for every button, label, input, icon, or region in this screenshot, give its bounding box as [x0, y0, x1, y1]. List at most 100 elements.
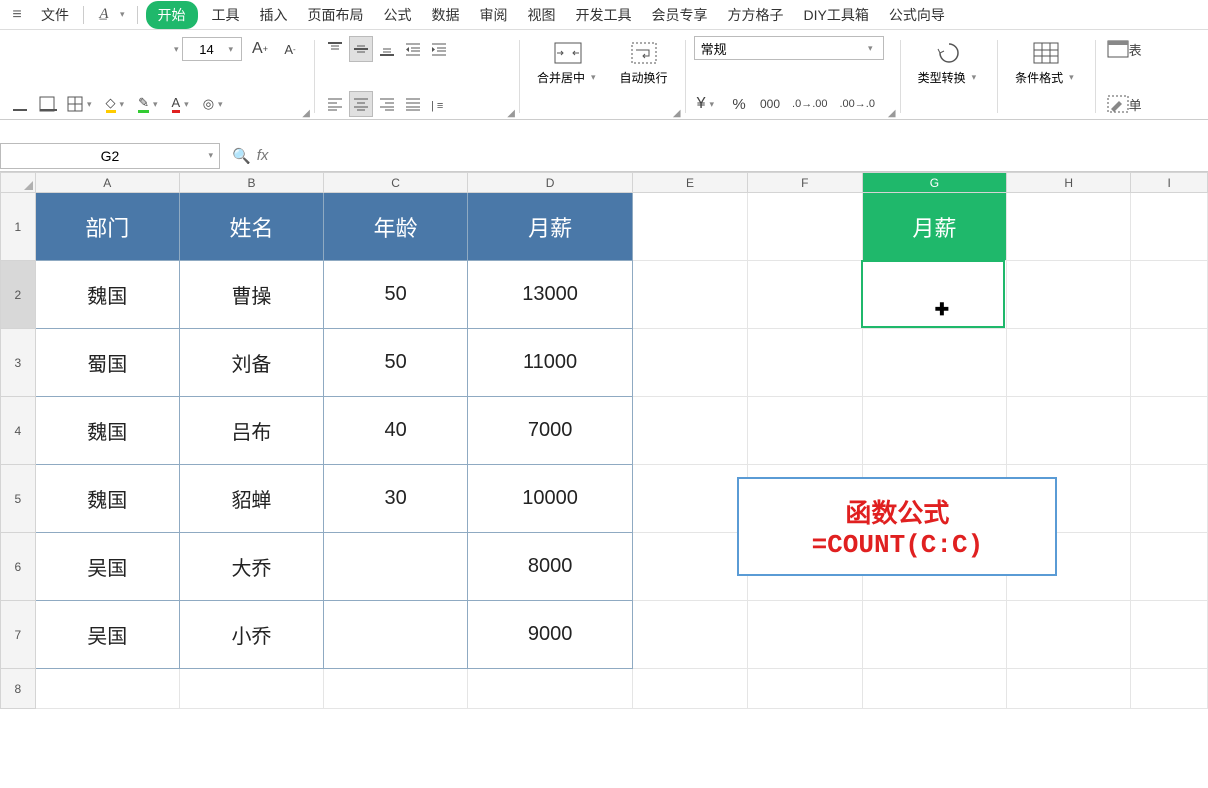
chevron-down-icon[interactable]: ▾: [224, 44, 237, 55]
increase-decimal-icon[interactable]: .0→.00: [789, 91, 830, 117]
increase-indent-icon[interactable]: [427, 36, 451, 62]
column-header-C[interactable]: C: [324, 173, 468, 193]
tab-formula-wizard[interactable]: 公式向导: [879, 1, 955, 29]
column-header-B[interactable]: B: [179, 173, 323, 193]
cell-style-icon[interactable]: 单: [1104, 91, 1145, 117]
cell[interactable]: [1131, 465, 1208, 533]
cell[interactable]: [1131, 669, 1208, 709]
row-header[interactable]: 6: [1, 533, 36, 601]
cell[interactable]: [1006, 669, 1130, 709]
cell[interactable]: [324, 669, 468, 709]
text-rotate-icon[interactable]: | ≡: [427, 91, 451, 117]
row-header[interactable]: 5: [1, 465, 36, 533]
cell[interactable]: [862, 329, 1006, 397]
tab-diy-toolbox[interactable]: DIY工具箱: [794, 1, 879, 29]
border-all-icon[interactable]: ▾: [64, 91, 99, 117]
thousand-sep-icon[interactable]: 000: [757, 91, 783, 117]
cell[interactable]: 11000: [468, 329, 633, 397]
cell[interactable]: [747, 669, 862, 709]
merge-center-button[interactable]: 合并居中▾: [528, 36, 609, 89]
cond-format-button[interactable]: 条件格式▾: [1006, 36, 1087, 89]
cell[interactable]: 年龄: [324, 193, 468, 261]
cell[interactable]: [1131, 193, 1208, 261]
cell[interactable]: 13000: [468, 261, 633, 329]
align-center-icon[interactable]: [349, 91, 373, 117]
tab-dev-tools[interactable]: 开发工具: [566, 1, 642, 29]
name-box[interactable]: ▾: [0, 143, 220, 169]
cell[interactable]: 部门: [35, 193, 179, 261]
fx-icon[interactable]: fx: [257, 147, 269, 164]
row-header[interactable]: 1: [1, 193, 36, 261]
cell[interactable]: [862, 397, 1006, 465]
file-menu[interactable]: 文件: [31, 1, 79, 29]
cell[interactable]: [1131, 397, 1208, 465]
cell[interactable]: [633, 397, 748, 465]
number-format-select[interactable]: 常规 ▾: [694, 36, 884, 60]
decrease-decimal-icon[interactable]: .00→.0: [837, 91, 878, 117]
expand-icon[interactable]: ◢: [888, 108, 896, 119]
cell[interactable]: 小乔: [179, 601, 323, 669]
auto-wrap-button[interactable]: 自动换行: [611, 36, 677, 89]
row-header[interactable]: 4: [1, 397, 36, 465]
type-convert-button[interactable]: 类型转换▾: [909, 36, 990, 89]
cell[interactable]: [747, 601, 862, 669]
align-bottom-icon[interactable]: [375, 36, 399, 62]
align-right-icon[interactable]: [375, 91, 399, 117]
cell[interactable]: 7000: [468, 397, 633, 465]
cell[interactable]: 50: [324, 329, 468, 397]
cell[interactable]: [862, 261, 1006, 329]
cell[interactable]: [633, 465, 748, 533]
cell[interactable]: 貂蝉: [179, 465, 323, 533]
cell[interactable]: 魏国: [35, 465, 179, 533]
cell[interactable]: [1006, 601, 1130, 669]
cell[interactable]: [633, 329, 748, 397]
cell[interactable]: 月薪: [862, 193, 1006, 261]
fill-color-icon[interactable]: ◇▾: [103, 91, 132, 117]
cell[interactable]: [1131, 533, 1208, 601]
cell[interactable]: [1131, 601, 1208, 669]
tab-view[interactable]: 视图: [518, 1, 566, 29]
tab-review[interactable]: 审阅: [470, 1, 518, 29]
cell[interactable]: [1006, 397, 1130, 465]
highlight-icon[interactable]: ✎▾: [135, 91, 164, 117]
align-middle-icon[interactable]: [349, 36, 373, 62]
expand-icon[interactable]: ◢: [302, 108, 310, 119]
cell[interactable]: [324, 533, 468, 601]
column-header-I[interactable]: I: [1131, 173, 1208, 193]
chevron-down-icon[interactable]: ▾: [864, 43, 877, 54]
chevron-down-icon[interactable]: ▾: [208, 150, 213, 161]
cell[interactable]: [179, 669, 323, 709]
cell[interactable]: 10000: [468, 465, 633, 533]
cell[interactable]: [1006, 261, 1130, 329]
cell[interactable]: 大乔: [179, 533, 323, 601]
cell[interactable]: 吕布: [179, 397, 323, 465]
font-size-select[interactable]: ▾ ▾: [182, 37, 242, 61]
row-header[interactable]: 3: [1, 329, 36, 397]
tab-start[interactable]: 开始: [146, 1, 198, 29]
column-header-F[interactable]: F: [747, 173, 862, 193]
cell[interactable]: [862, 669, 1006, 709]
tab-ffgz[interactable]: 方方格子: [718, 1, 794, 29]
cell[interactable]: 刘备: [179, 329, 323, 397]
cell[interactable]: [1006, 329, 1130, 397]
column-header-G[interactable]: G: [862, 173, 1006, 193]
select-all-corner[interactable]: [1, 173, 36, 193]
decrease-font-icon[interactable]: A-: [278, 36, 302, 62]
decrease-indent-icon[interactable]: [401, 36, 425, 62]
name-box-input[interactable]: [25, 148, 195, 164]
chevron-down-icon[interactable]: ▾: [170, 44, 183, 55]
zoom-icon[interactable]: 🔍: [232, 147, 251, 165]
row-header[interactable]: 8: [1, 669, 36, 709]
tab-member[interactable]: 会员专享: [642, 1, 718, 29]
cell[interactable]: [633, 261, 748, 329]
align-justify-icon[interactable]: [401, 91, 425, 117]
cell[interactable]: [1131, 329, 1208, 397]
font-color-icon[interactable]: A▾: [169, 91, 196, 117]
cell[interactable]: 40: [324, 397, 468, 465]
expand-icon[interactable]: ◢: [507, 108, 515, 119]
cell[interactable]: [633, 601, 748, 669]
cell[interactable]: [862, 601, 1006, 669]
cell[interactable]: 蜀国: [35, 329, 179, 397]
tab-data[interactable]: 数据: [422, 1, 470, 29]
currency-icon[interactable]: ¥ ▾: [694, 91, 721, 117]
